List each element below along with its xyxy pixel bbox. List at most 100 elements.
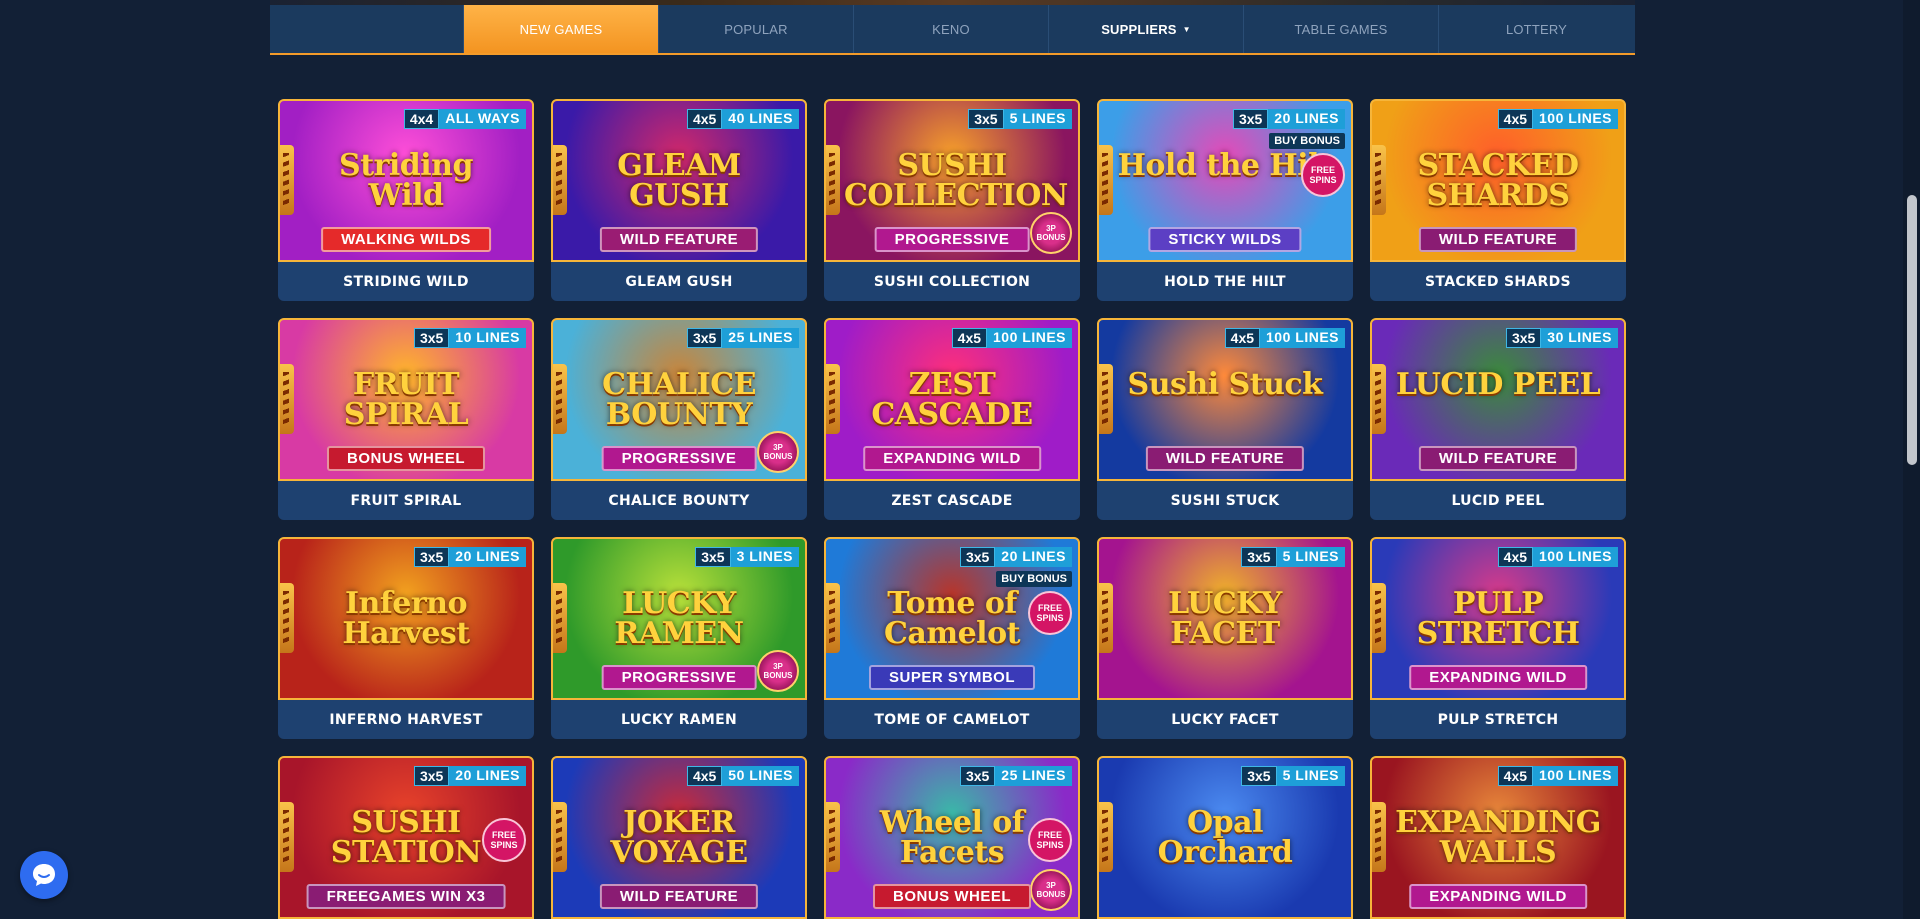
reels-lines-badge: 3x5 20 LINES <box>959 547 1072 567</box>
reels-lines-badge: 4x5 100 LINES <box>1497 109 1618 129</box>
reel-grid-size: 3x5 <box>1241 547 1277 567</box>
game-title[interactable]: LUCKY RAMEN <box>551 700 807 739</box>
game-card[interactable]: SUSHI STATION 3x5 20 LINES FREE SPINS FREEGA… <box>278 756 534 919</box>
game-title[interactable]: PULP STRETCH <box>1370 700 1626 739</box>
game-card[interactable]: FRUIT SPIRAL 3x5 10 LINES BONUS WHEEL FRUIT … <box>278 318 534 520</box>
game-thumbnail[interactable]: Sushi Stuck 4x5 100 LINES WILD FEATURE <box>1097 318 1353 481</box>
game-card[interactable]: Opal Orchard3x55 LINESOPAL ORCHARD <box>1097 756 1353 919</box>
reels-lines-badge: 4x5 100 LINES <box>1224 328 1345 348</box>
reel-grid-size: 3x5 <box>413 328 450 348</box>
game-title[interactable]: STACKED SHARDS <box>1370 262 1626 301</box>
game-card[interactable]: JOKER VOYAGE 4x550 LINES WILD FEATUREJOKER… <box>551 756 807 919</box>
game-logo-title: LUCKY RAMEN <box>614 586 744 651</box>
game-thumbnail[interactable]: Tome of Camelot 3x5 20 LINES BUY BONUS FREE … <box>824 537 1080 700</box>
game-thumbnail[interactable]: EXPANDING WALLS 4x5 100 LINES EXPANDING WIL… <box>1370 756 1626 919</box>
tab-lottery[interactable]: LOTTERY <box>1439 5 1634 53</box>
bonus-coin-badge: 3P BONUS <box>1030 212 1072 254</box>
reel-grid-size: 3x5 <box>959 766 996 786</box>
reels-lines-badge: 4x5 100 LINES <box>1497 547 1618 567</box>
feature-label: WALKING WILDS <box>321 227 491 252</box>
game-thumbnail[interactable]: ZEST CASCADE 4x5 100 LINES EXPANDING WILD <box>824 318 1080 481</box>
game-title[interactable]: SUSHI STUCK <box>1097 481 1353 520</box>
game-thumbnail[interactable]: LUCKY FACET 3x5 5 LINES <box>1097 537 1353 700</box>
buy-bonus-badge: BUY BONUS <box>1269 133 1345 149</box>
game-card[interactable]: LUCKY FACET 3x5 5 LINES LUCKY FACET <box>1097 537 1353 739</box>
game-thumbnail[interactable]: LUCID PEEL 3x5 30 LINES WILD FEATURE <box>1370 318 1626 481</box>
game-card[interactable]: LUCKY RAMEN 3x5 3 LINES 3P BONUS PROGRESSIVE… <box>551 537 807 739</box>
game-title[interactable]: GLEAM GUSH <box>551 262 807 301</box>
game-card[interactable]: Sushi Stuck 4x5 100 LINES WILD FEATURE SUSHI… <box>1097 318 1353 520</box>
game-thumbnail[interactable]: PULP STRETCH 4x5 100 LINES EXPANDING WILD <box>1370 537 1626 700</box>
reel-grid-size: 4x4 <box>403 109 440 129</box>
game-thumbnail[interactable]: Wheel of Facets 3x5 25 LINES FREE SPINS 3P B… <box>824 756 1080 919</box>
game-thumbnail[interactable]: GLEAM GUSH 4x5 40 LINES WILD FEATURE <box>551 99 807 262</box>
game-title[interactable]: ZEST CASCADE <box>824 481 1080 520</box>
reel-grid-size: 4x5 <box>951 328 988 348</box>
feature-label: BONUS WHEEL <box>327 446 485 471</box>
tab-table-games[interactable]: TABLE GAMES <box>1244 5 1439 53</box>
game-card[interactable]: Hold the Hilt 3x5 20 LINES BUY BONUS FREE SP… <box>1097 99 1353 301</box>
paylines-count: 25 LINES <box>722 328 799 348</box>
paylines-count: 100 LINES <box>1533 109 1618 129</box>
game-thumbnail[interactable]: Hold the Hilt 3x5 20 LINES BUY BONUS FREE SP… <box>1097 99 1353 262</box>
game-thumbnail[interactable]: JOKER VOYAGE 4x5 50 LINES WILD FEATURE <box>551 756 807 919</box>
tab-popular[interactable]: POPULAR <box>659 5 854 53</box>
game-card[interactable]: SUSHI COLLECTION 3x5 5 LINES 3P BONUS PROGRE… <box>824 99 1080 301</box>
game-title[interactable]: CHALICE BOUNTY <box>551 481 807 520</box>
game-logo-title: LUCID PEEL <box>1395 367 1601 402</box>
game-thumbnail[interactable]: Opal Orchard 3x5 5 LINES <box>1097 756 1353 919</box>
paylines-count: 100 LINES <box>1533 766 1618 786</box>
reels-lines-badge: 3x5 5 LINES <box>1241 766 1345 786</box>
feature-label: EXPANDING WILD <box>863 446 1041 471</box>
nav-spacer <box>270 5 464 53</box>
game-card[interactable]: GLEAM GUSH 4x5 40 LINES WILD FEATURE GLEAM G… <box>551 99 807 301</box>
paylines-count: 5 LINES <box>1276 547 1345 567</box>
reel-grid-size: 3x5 <box>1505 328 1542 348</box>
paylines-count: 100 LINES <box>1533 547 1618 567</box>
game-title[interactable]: STRIDING WILD <box>278 262 534 301</box>
caret-down-icon: ▼ <box>1182 24 1191 34</box>
tab-new-games[interactable]: NEW GAMES <box>464 5 659 53</box>
reels-lines-badge: 3x5 5 LINES <box>968 109 1072 129</box>
paylines-count: 50 LINES <box>722 766 799 786</box>
page-scrollbar[interactable] <box>1903 0 1920 919</box>
game-card[interactable]: Tome of Camelot 3x5 20 LINES BUY BONUS FREE … <box>824 537 1080 739</box>
game-thumbnail[interactable]: SUSHI COLLECTION 3x5 5 LINES 3P BONUS PROGRE… <box>824 99 1080 262</box>
game-thumbnail[interactable]: FRUIT SPIRAL 3x5 10 LINES BONUS WHEEL <box>278 318 534 481</box>
game-thumbnail[interactable]: CHALICE BOUNTY 3x5 25 LINES 3P BONUS PROGRES… <box>551 318 807 481</box>
game-card[interactable]: LUCID PEEL 3x5 30 LINES WILD FEATURE LUCID P… <box>1370 318 1626 520</box>
game-title[interactable]: FRUIT SPIRAL <box>278 481 534 520</box>
game-thumbnail[interactable]: Inferno Harvest 3x5 20 LINES <box>278 537 534 700</box>
scrollbar-thumb[interactable] <box>1907 195 1917 465</box>
game-card[interactable]: Inferno Harvest 3x5 20 LINES INFERNO HARVES… <box>278 537 534 739</box>
free-spins-badge: FREE SPINS <box>1028 818 1072 862</box>
tab-keno[interactable]: KENO <box>854 5 1049 53</box>
game-title[interactable]: HOLD THE HILT <box>1097 262 1353 301</box>
game-title[interactable]: LUCID PEEL <box>1370 481 1626 520</box>
game-title[interactable]: SUSHI COLLECTION <box>824 262 1080 301</box>
game-logo-title: ZEST CASCADE <box>871 367 1033 432</box>
game-card[interactable]: Wheel of Facets 3x5 25 LINES FREE SPINS 3P B… <box>824 756 1080 919</box>
game-title[interactable]: INFERNO HARVEST <box>278 700 534 739</box>
paylines-count: 100 LINES <box>1260 328 1345 348</box>
tab-suppliers[interactable]: SUPPLIERS ▼ <box>1049 5 1244 53</box>
game-logo-title: CHALICE BOUNTY <box>602 367 756 432</box>
game-title[interactable]: LUCKY FACET <box>1097 700 1353 739</box>
game-card[interactable]: EXPANDING WALLS 4x5 100 LINES EXPANDING WIL… <box>1370 756 1626 919</box>
game-thumbnail[interactable]: LUCKY RAMEN 3x5 3 LINES 3P BONUS PROGRESSIVE <box>551 537 807 700</box>
game-card[interactable]: PULP STRETCH 4x5 100 LINES EXPANDING WILD PU… <box>1370 537 1626 739</box>
chat-button[interactable] <box>20 851 68 899</box>
game-logo-title: FRUIT SPIRAL <box>343 367 469 432</box>
game-card[interactable]: STACKED SHARDS 4x5 100 LINES WILD FEATURE ST… <box>1370 99 1626 301</box>
game-card[interactable]: Striding Wild 4x4 ALL WAYS WALKING WILDS STR… <box>278 99 534 301</box>
game-thumbnail[interactable]: SUSHI STATION 3x5 20 LINES FREE SPINS FREEGA… <box>278 756 534 919</box>
feature-label: PROGRESSIVE <box>874 227 1030 252</box>
game-card[interactable]: ZEST CASCADE 4x5 100 LINES EXPANDING WILD ZE… <box>824 318 1080 520</box>
game-thumbnail[interactable]: STACKED SHARDS 4x5 100 LINES WILD FEATURE <box>1370 99 1626 262</box>
game-title[interactable]: TOME OF CAMELOT <box>824 700 1080 739</box>
feature-label: EXPANDING WILD <box>1409 665 1587 690</box>
game-card[interactable]: CHALICE BOUNTY 3x5 25 LINES 3P BONUS PROGRES… <box>551 318 807 520</box>
game-thumbnail[interactable]: Striding Wild 4x4 ALL WAYS WALKING WILDS <box>278 99 534 262</box>
paylines-count: 20 LINES <box>1268 109 1345 129</box>
reel-grid-size: 4x5 <box>1497 766 1534 786</box>
